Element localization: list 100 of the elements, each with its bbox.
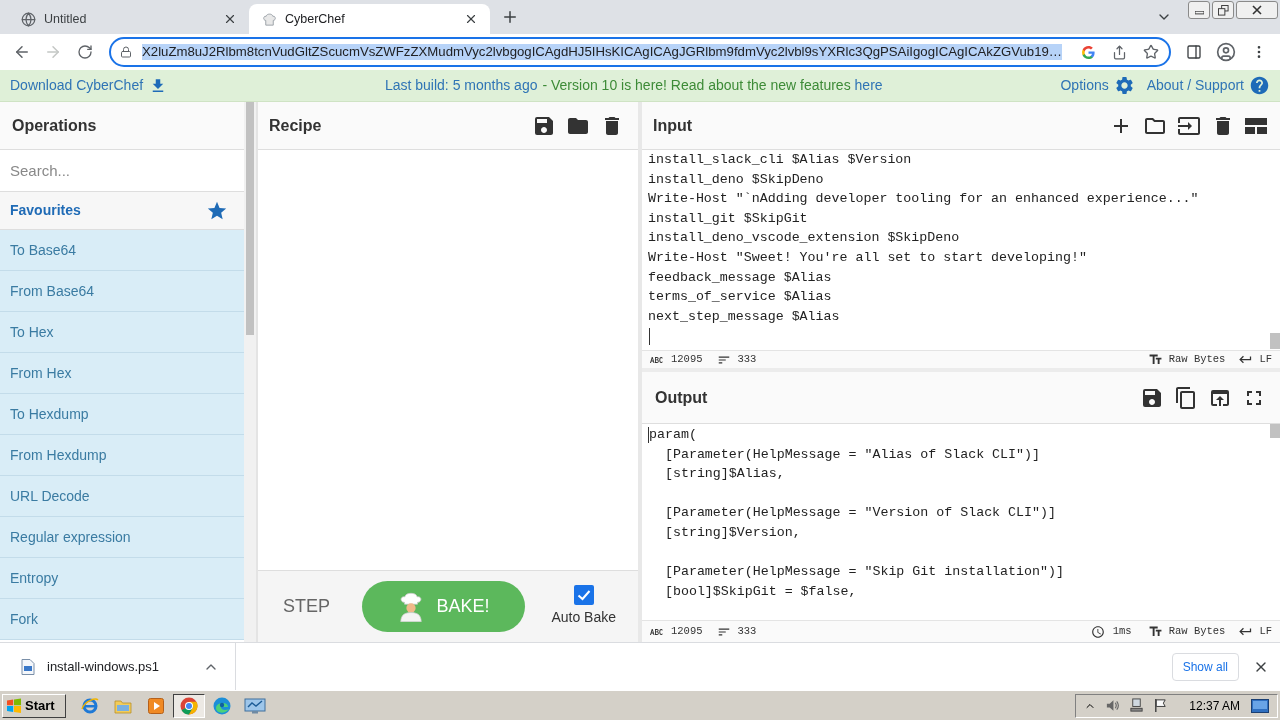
operation-item[interactable]: To Base64 — [0, 230, 244, 271]
google-icon[interactable] — [1081, 44, 1096, 60]
reload-icon[interactable] — [77, 44, 93, 60]
code-line: install_slack_cli $Alias $Version — [648, 151, 912, 169]
copy-icon[interactable] — [1174, 385, 1198, 410]
edge-icon — [213, 696, 231, 715]
text-cursor — [649, 328, 650, 346]
code-line: install_git $SkipGit — [648, 209, 808, 228]
folder-icon — [114, 697, 132, 714]
code-line: Write-Host "Sweet! You're all set to start developing!" — [648, 248, 1087, 267]
last-build-text: Last build: 5 months ago — [384, 76, 538, 95]
code-line: [Parameter(HelpMessage = "Skip Git installation")] — [663, 563, 1064, 582]
back-icon[interactable] — [13, 43, 31, 61]
flag-icon[interactable] — [1153, 698, 1169, 713]
chrome-icon — [180, 696, 198, 715]
share-icon[interactable] — [1112, 44, 1127, 60]
browser-tab[interactable]: CyberChef — [249, 4, 490, 34]
length-count: 12095 — [671, 351, 703, 367]
scrollbar-thumb[interactable] — [1270, 424, 1280, 438]
bookmark-star-icon[interactable] — [1143, 44, 1159, 60]
chef-hat-icon — [262, 11, 277, 27]
eol-label[interactable]: LF — [1259, 351, 1272, 368]
network-icon[interactable] — [1129, 698, 1145, 713]
operation-item[interactable]: URL Decode — [0, 476, 244, 517]
operation-item[interactable]: Fork — [0, 599, 244, 640]
show-desktop-icon[interactable] — [1251, 698, 1269, 713]
restore-icon — [1217, 4, 1229, 16]
start-button[interactable]: Start — [2, 693, 66, 718]
download-link[interactable]: Download CyberChef — [10, 75, 168, 96]
browser-e-icon — [81, 696, 99, 715]
file-icon — [21, 658, 35, 675]
about-support-link[interactable]: About / Support — [1146, 75, 1270, 96]
url-text: X2luZm8uJ2Rlbm8tcnVudGltZScucmVsZWFzZXMudmVyc2lvbgogICAgdHJ5IHsKICAgICAgJGRlbm9fdmVyc2lvbl9sYXRlc3QgPSAiIgogICAgICAkZGVub19… — [142, 44, 1063, 60]
panel-title: Recipe — [269, 115, 322, 136]
text-format-icon[interactable] — [1147, 352, 1163, 367]
length-count: 12095 — [671, 623, 703, 639]
options-link[interactable]: Options — [1060, 75, 1135, 96]
characters-icon — [650, 356, 663, 363]
code-line: [Parameter(HelpMessage = "Version of Slack CLI")] — [663, 504, 1056, 523]
favourites-category[interactable]: Favourites — [0, 192, 244, 230]
notice-text: - Version 10 is here! Read about the new features here — [542, 76, 883, 95]
close-icon[interactable] — [464, 12, 478, 26]
text-format-icon[interactable] — [1147, 624, 1163, 639]
code-line: [string]$Version, — [663, 523, 801, 542]
minimize-icon — [1194, 11, 1204, 15]
lock-icon[interactable] — [120, 46, 132, 58]
text-cursor — [648, 427, 649, 443]
encoding-label[interactable]: Raw Bytes — [1168, 351, 1226, 368]
close-window-button[interactable] — [1236, 1, 1278, 19]
scrollbar-thumb[interactable] — [246, 102, 254, 335]
close-icon[interactable] — [223, 12, 237, 26]
close-icon — [1252, 5, 1262, 15]
clock-icon — [1090, 624, 1105, 639]
operation-item[interactable]: Entropy — [0, 558, 244, 599]
profile-icon[interactable] — [1216, 42, 1236, 62]
code-line: [bool]$SkipGit = $false, — [663, 582, 857, 601]
browser-tab[interactable]: Untitled — [8, 4, 249, 34]
scrollbar-thumb[interactable] — [1270, 333, 1280, 349]
line-count: 333 — [737, 351, 757, 367]
windows-logo-icon — [6, 697, 22, 714]
address-field[interactable]: X2luZm8uJ2Rlbm8tcnVudGltZScucmVsZWFzZXMudmVyc2lvbgogICAgdHJ5IHsKICAgICAgJGRlbm9fdmVyc2lvbl9sYXRlc3QgPSAiIgogICAgICAkZGVub19… — [109, 37, 1171, 67]
operation-item[interactable]: To Hexdump — [0, 394, 244, 435]
operation-item[interactable]: To Hex — [0, 312, 244, 353]
operation-item[interactable]: Regular expression — [0, 517, 244, 558]
restore-button[interactable] — [1212, 1, 1234, 19]
step-button[interactable]: STEP — [282, 593, 331, 620]
code-line: install_deno_vscode_extension $SkipDeno — [648, 229, 960, 248]
show-all-button[interactable]: Show all — [1171, 652, 1239, 681]
code-line: terms_of_service $Alias — [648, 288, 832, 307]
code-line: [Parameter(HelpMessage = "Alias of Slack CLI")] — [663, 445, 1040, 464]
characters-icon — [650, 628, 663, 635]
code-line: Write-Host "`nAdding developer tooling for an enhanced experience..." — [648, 190, 1199, 209]
taskbar-app[interactable] — [173, 693, 205, 718]
eol-label[interactable]: LF — [1259, 623, 1272, 640]
panel-title: Output — [655, 387, 708, 408]
code-line: next_step_message $Alias — [648, 307, 840, 326]
minimize-button[interactable] — [1188, 1, 1210, 19]
here-link[interactable]: here — [854, 77, 883, 93]
layout-icon[interactable] — [1245, 117, 1267, 134]
sidebar-icon[interactable] — [1186, 44, 1202, 60]
operation-item[interactable]: From Hexdump — [0, 435, 244, 476]
new-tab-icon[interactable] — [501, 8, 519, 26]
speaker-icon[interactable] — [1105, 698, 1121, 713]
clock-text: 12:37 AM — [1189, 697, 1240, 715]
auto-bake-checkbox[interactable]: Auto Bake — [551, 585, 616, 628]
panel-title: Input — [653, 115, 693, 136]
bake-time: 1ms — [1112, 623, 1132, 639]
operation-item[interactable]: From Hex — [0, 353, 244, 394]
bake-button[interactable]: BAKE! — [362, 581, 525, 632]
globe-icon — [21, 11, 36, 27]
operation-item[interactable]: From Base64 — [0, 271, 244, 312]
code-line: [string]$Alias, — [663, 465, 785, 484]
help-icon — [1249, 75, 1270, 96]
code-line: feedback_message $Alias — [648, 268, 832, 287]
line-count: 333 — [737, 623, 757, 639]
code-line: install_deno $SkipDeno — [648, 170, 824, 189]
encoding-label[interactable]: Raw Bytes — [1168, 623, 1226, 640]
code-line: param( — [649, 426, 697, 444]
media-player-icon — [148, 697, 164, 714]
panel-title: Operations — [12, 115, 97, 136]
